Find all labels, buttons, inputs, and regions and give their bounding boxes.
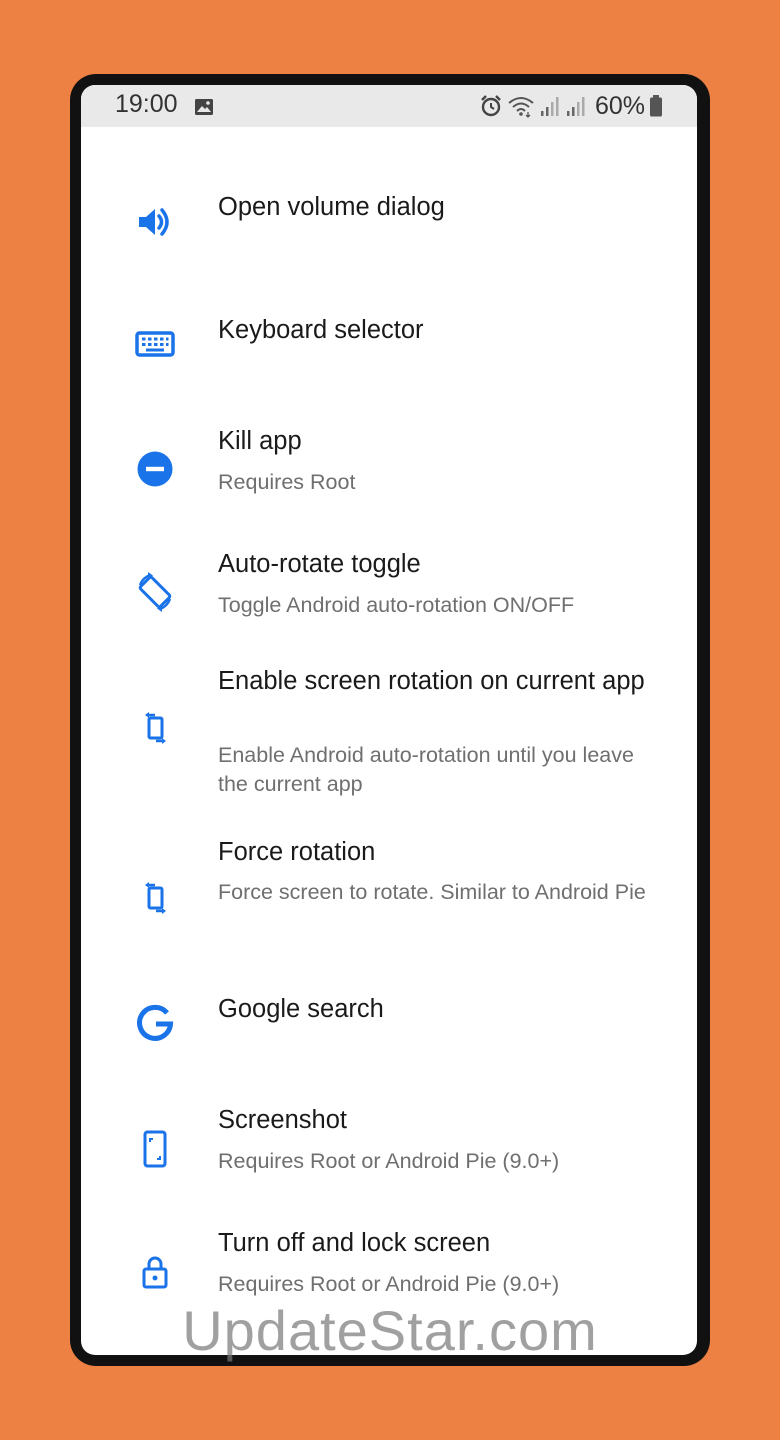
auto-rotate-icon xyxy=(138,572,172,612)
signal-icon xyxy=(540,97,559,116)
item-title: Google search xyxy=(218,995,384,1023)
list-item-force-rotation[interactable]: Force rotation Force screen to rotate. S… xyxy=(81,835,697,965)
status-bar: 19:00 60% xyxy=(81,85,697,127)
screenshot-icon xyxy=(143,1130,167,1168)
item-title: Force rotation xyxy=(218,838,376,866)
list-item-screenshot[interactable]: Screenshot Requires Root or Android Pie … xyxy=(81,1097,697,1207)
battery-icon xyxy=(650,95,662,117)
lock-icon xyxy=(142,1256,168,1289)
item-title: Keyboard selector xyxy=(218,316,424,344)
watermark: UpdateStar.com xyxy=(182,1299,598,1362)
minus-circle-icon xyxy=(137,451,173,487)
item-title: Kill app xyxy=(218,427,302,455)
item-subtitle: Requires Root xyxy=(218,470,356,494)
list-item-google-search[interactable]: Google search xyxy=(81,971,697,1081)
item-subtitle: Requires Root or Android Pie (9.0+) xyxy=(218,1272,560,1296)
image-icon xyxy=(195,99,213,115)
list-item-kill-app[interactable]: Kill app Requires Root xyxy=(81,418,697,528)
google-icon xyxy=(137,1004,174,1041)
volume-icon xyxy=(139,208,169,236)
item-subtitle: Toggle Android auto-rotation ON/OFF xyxy=(218,593,575,617)
status-icons: 60% xyxy=(479,91,663,121)
alarm-icon xyxy=(481,95,501,117)
screen-rotation-icon xyxy=(145,882,166,914)
list-item-keyboard-selector[interactable]: Keyboard selector xyxy=(81,292,697,402)
item-subtitle: Requires Root or Android Pie (9.0+) xyxy=(218,1149,560,1173)
item-title: Open volume dialog xyxy=(218,193,445,221)
item-subtitle: Enable Android auto-rotation until you l… xyxy=(218,743,634,796)
item-subtitle: Force screen to rotate. Similar to Andro… xyxy=(218,880,646,904)
phone-frame: 19:00 60% Open volume dialog Keyboard se… xyxy=(70,74,710,1366)
item-title: Screenshot xyxy=(218,1106,347,1134)
item-title: Auto-rotate toggle xyxy=(218,550,421,578)
screen: 19:00 60% Open volume dialog Keyboard se… xyxy=(81,85,697,1355)
item-title: Turn off and lock screen xyxy=(218,1229,491,1257)
wifi-icon xyxy=(508,97,534,118)
keyboard-icon xyxy=(135,331,175,357)
status-time: 19:00 xyxy=(115,90,178,118)
list-item-open-volume-dialog[interactable]: Open volume dialog xyxy=(81,169,697,279)
signal-icon xyxy=(566,97,585,116)
item-title: Enable screen rotation on current app xyxy=(218,667,645,695)
screen-rotation-icon xyxy=(145,712,166,744)
list-item-enable-screen-rotation[interactable]: Enable screen rotation on current app En… xyxy=(81,664,697,814)
battery-percent: 60% xyxy=(594,91,645,120)
list-item-auto-rotate-toggle[interactable]: Auto-rotate toggle Toggle Android auto-r… xyxy=(81,541,697,661)
